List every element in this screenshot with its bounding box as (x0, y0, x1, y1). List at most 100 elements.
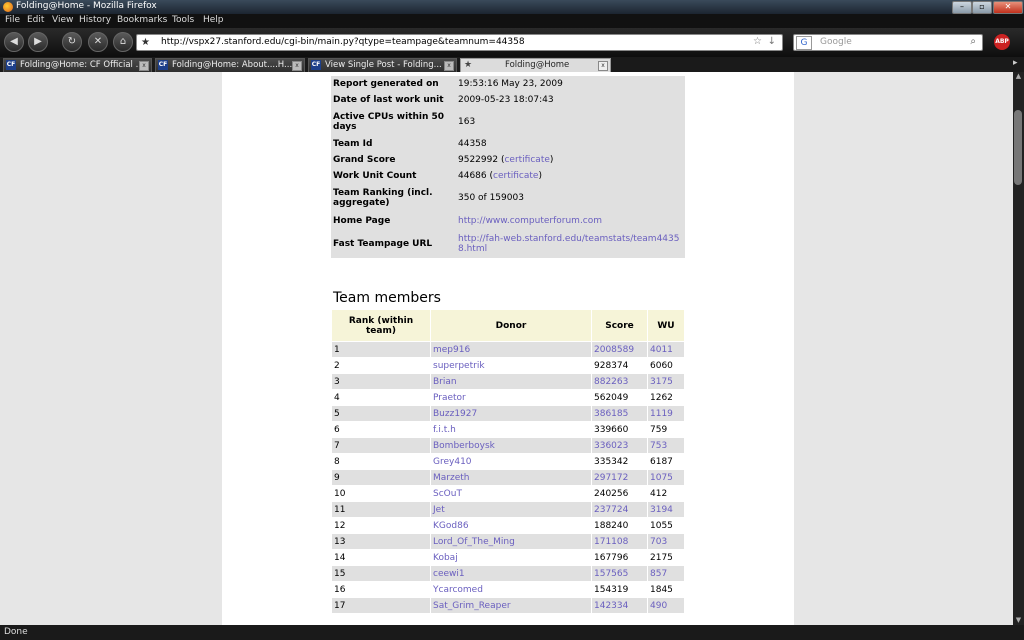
close-icon[interactable]: ✕ (993, 1, 1023, 14)
cell-wu: 703 (647, 533, 685, 550)
cell-donor: Grey410 (430, 453, 592, 470)
bookmark-star-icon[interactable]: ★ (141, 37, 150, 48)
link-score[interactable]: 237724 (594, 505, 628, 515)
cell-wu: 1055 (647, 517, 685, 534)
wu-count-certificate-link[interactable]: certificate (493, 171, 538, 181)
link-wu[interactable]: 3175 (650, 377, 673, 387)
text-wu: 2175 (650, 552, 673, 563)
tab-close-icon[interactable]: x (598, 61, 608, 71)
menu-history[interactable]: History (79, 15, 111, 25)
link-wu[interactable]: 1119 (650, 409, 673, 419)
link-wu[interactable]: 3194 (650, 505, 673, 515)
cell-rank: 9 (332, 469, 431, 486)
forward-icon[interactable]: ▶ (28, 32, 48, 52)
menu-bookmarks[interactable]: Bookmarks (117, 15, 167, 25)
back-icon[interactable]: ◀ (4, 32, 24, 52)
grand-score-certificate-link[interactable]: certificate (504, 155, 549, 165)
cell-donor: Bomberboysk (430, 437, 592, 454)
cell-rank: 8 (332, 453, 431, 470)
link-donor[interactable]: Bomberboysk (433, 441, 495, 451)
link-donor[interactable]: f.i.t.h (433, 425, 456, 435)
link-donor[interactable]: ScOuT (433, 489, 462, 499)
link-wu[interactable]: 703 (650, 537, 667, 547)
address-bar[interactable]: ★ http://vspx27.stanford.edu/cgi-bin/mai… (136, 34, 783, 51)
link-wu[interactable]: 753 (650, 441, 667, 451)
link-donor[interactable]: mep916 (433, 345, 470, 355)
cell-donor: superpetrik (430, 357, 592, 374)
link-donor[interactable]: ceewi1 (433, 569, 465, 579)
adblock-icon[interactable]: ABP (994, 34, 1010, 50)
link-score[interactable]: 882263 (594, 377, 628, 387)
home-icon[interactable]: ⌂ (113, 32, 133, 52)
fast-teampage-link[interactable]: http://fah-web.stanford.edu/teamstats/te… (458, 234, 679, 254)
cell-donor: mep916 (430, 341, 592, 358)
menu-view[interactable]: View (52, 15, 73, 25)
link-donor[interactable]: Brian (433, 377, 457, 387)
link-score[interactable]: 297172 (594, 473, 628, 483)
link-wu[interactable]: 1075 (650, 473, 673, 483)
text-rank: 9 (334, 472, 340, 483)
link-score[interactable]: 157565 (594, 569, 628, 579)
vertical-scrollbar[interactable]: ▲ ▼ (1013, 72, 1024, 625)
link-donor[interactable]: Buzz1927 (433, 409, 477, 419)
text-rank: 13 (334, 536, 346, 547)
info-row: Team Id 44358 (331, 136, 685, 152)
table-row: 2 superpetrik 928374 6060 (332, 357, 685, 374)
link-score[interactable]: 142334 (594, 601, 628, 611)
info-row: Grand Score 9522992 (certificate) (331, 152, 685, 168)
search-input[interactable]: G Google ⌕ (793, 34, 983, 51)
menu-help[interactable]: Help (203, 15, 224, 25)
link-donor[interactable]: KGod86 (433, 521, 469, 531)
team-members-heading: Team members (333, 290, 441, 306)
tab-close-icon[interactable]: x (444, 61, 454, 71)
table-row: 5 Buzz1927 386185 1119 (332, 405, 685, 422)
link-donor[interactable]: Praetor (433, 393, 466, 403)
stop-icon[interactable]: ✕ (88, 32, 108, 52)
search-engine-icon[interactable]: G (796, 36, 812, 50)
tab-list-icon[interactable]: ▸ (1013, 58, 1018, 68)
tab-folding-at-home[interactable]: ★ Folding@Home x (460, 58, 611, 73)
link-score[interactable]: 171108 (594, 537, 628, 547)
status-text: Done (4, 627, 28, 637)
link-wu[interactable]: 4011 (650, 345, 673, 355)
tab-about[interactable]: CF Folding@Home: About....H... x (155, 58, 305, 73)
scroll-up-icon[interactable]: ▲ (1014, 72, 1023, 81)
link-donor[interactable]: Marzeth (433, 473, 469, 483)
link-donor[interactable]: Kobaj (433, 553, 458, 563)
text-rank: 2 (334, 360, 340, 371)
info-label: Team Ranking (incl. aggregate) (333, 188, 433, 208)
link-score[interactable]: 336023 (594, 441, 628, 451)
menu-edit[interactable]: Edit (27, 15, 44, 25)
tab-cf-official[interactable]: CF Folding@Home: CF Official ... x (3, 58, 152, 73)
tab-close-icon[interactable]: x (292, 61, 302, 71)
link-wu[interactable]: 857 (650, 569, 667, 579)
menu-file[interactable]: File (5, 15, 20, 25)
tab-close-icon[interactable]: x (139, 61, 149, 71)
scroll-down-icon[interactable]: ▼ (1014, 616, 1023, 625)
maximize-icon[interactable]: ▫ (972, 1, 992, 14)
cell-score: 339660 (591, 421, 648, 438)
link-score[interactable]: 386185 (594, 409, 628, 419)
menu-tools[interactable]: Tools (172, 15, 194, 25)
cell-score: 928374 (591, 357, 648, 374)
minimize-icon[interactable]: – (952, 1, 972, 14)
link-donor[interactable]: Lord_Of_The_Ming (433, 537, 515, 547)
scrollbar-thumb[interactable] (1014, 110, 1022, 185)
link-score[interactable]: 2008589 (594, 345, 634, 355)
tab-view-single-post[interactable]: CF View Single Post - Folding... x (308, 58, 457, 73)
link-donor[interactable]: Jet (433, 505, 445, 515)
link-donor[interactable]: Ycarcomed (433, 585, 483, 595)
link-donor[interactable]: Sat_Grim_Reaper (433, 601, 511, 611)
url-text[interactable]: http://vspx27.stanford.edu/cgi-bin/main.… (161, 37, 525, 47)
reload-icon[interactable]: ↻ (62, 32, 82, 52)
link-donor[interactable]: Grey410 (433, 457, 472, 467)
star-icon[interactable]: ☆ (753, 36, 762, 47)
link-wu[interactable]: 490 (650, 601, 667, 611)
table-row: 12 KGod86 188240 1055 (332, 517, 685, 534)
go-icon[interactable]: ↓ (768, 36, 776, 47)
table-row: 1 mep916 2008589 4011 (332, 341, 685, 358)
home-page-link[interactable]: http://www.computerforum.com (458, 216, 602, 226)
info-value: 44686 (certificate) (456, 168, 685, 184)
search-icon[interactable]: ⌕ (970, 36, 976, 47)
link-donor[interactable]: superpetrik (433, 361, 485, 371)
